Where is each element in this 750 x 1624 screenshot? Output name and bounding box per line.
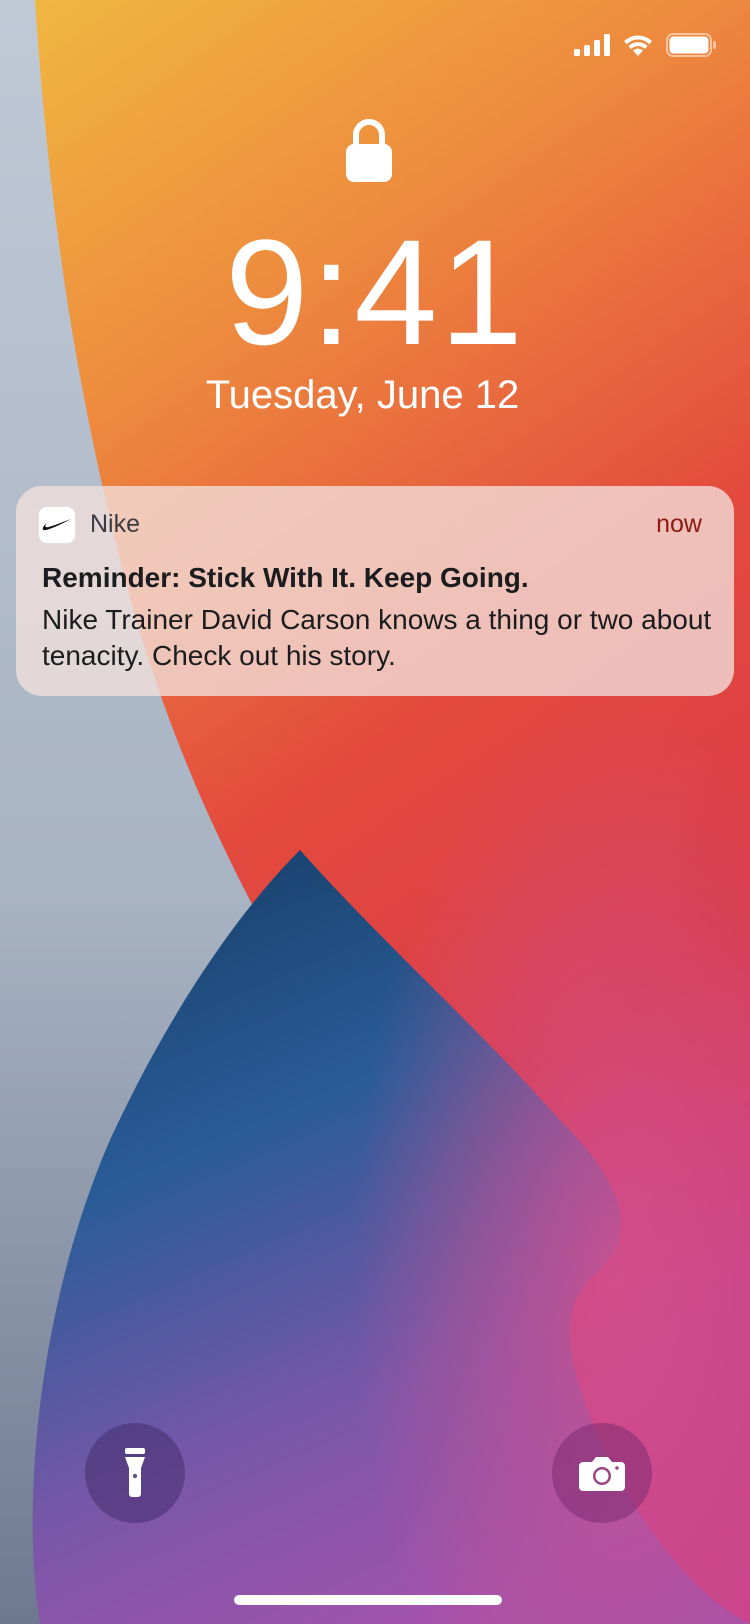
notification-app-name: Nike: [90, 510, 141, 538]
home-indicator[interactable]: [234, 1595, 502, 1605]
nike-swoosh-icon: [38, 506, 76, 544]
lock-screen: 9:41 Tuesday, June 12 Nike now Reminder:…: [0, 0, 750, 1624]
camera-button[interactable]: [552, 1423, 652, 1523]
status-bar: [574, 30, 716, 60]
notification-body: Nike Trainer David Carson knows a thing …: [42, 604, 712, 671]
wifi-icon: [624, 34, 652, 56]
lock-screen-time: 9:41: [225, 208, 525, 376]
camera-icon: [579, 1457, 625, 1491]
cellular-signal-icon: [574, 34, 610, 56]
notification-title: Reminder: Stick With It. Keep Going.: [42, 562, 529, 593]
flashlight-button[interactable]: [85, 1423, 185, 1523]
flashlight-icon: [125, 1448, 145, 1497]
notification-time: now: [656, 510, 702, 538]
battery-icon: [666, 33, 716, 57]
notification-card[interactable]: Nike now Reminder: Stick With It. Keep G…: [16, 486, 734, 696]
lock-icon: [346, 119, 392, 182]
lock-screen-date: Tuesday, June 12: [205, 373, 520, 417]
